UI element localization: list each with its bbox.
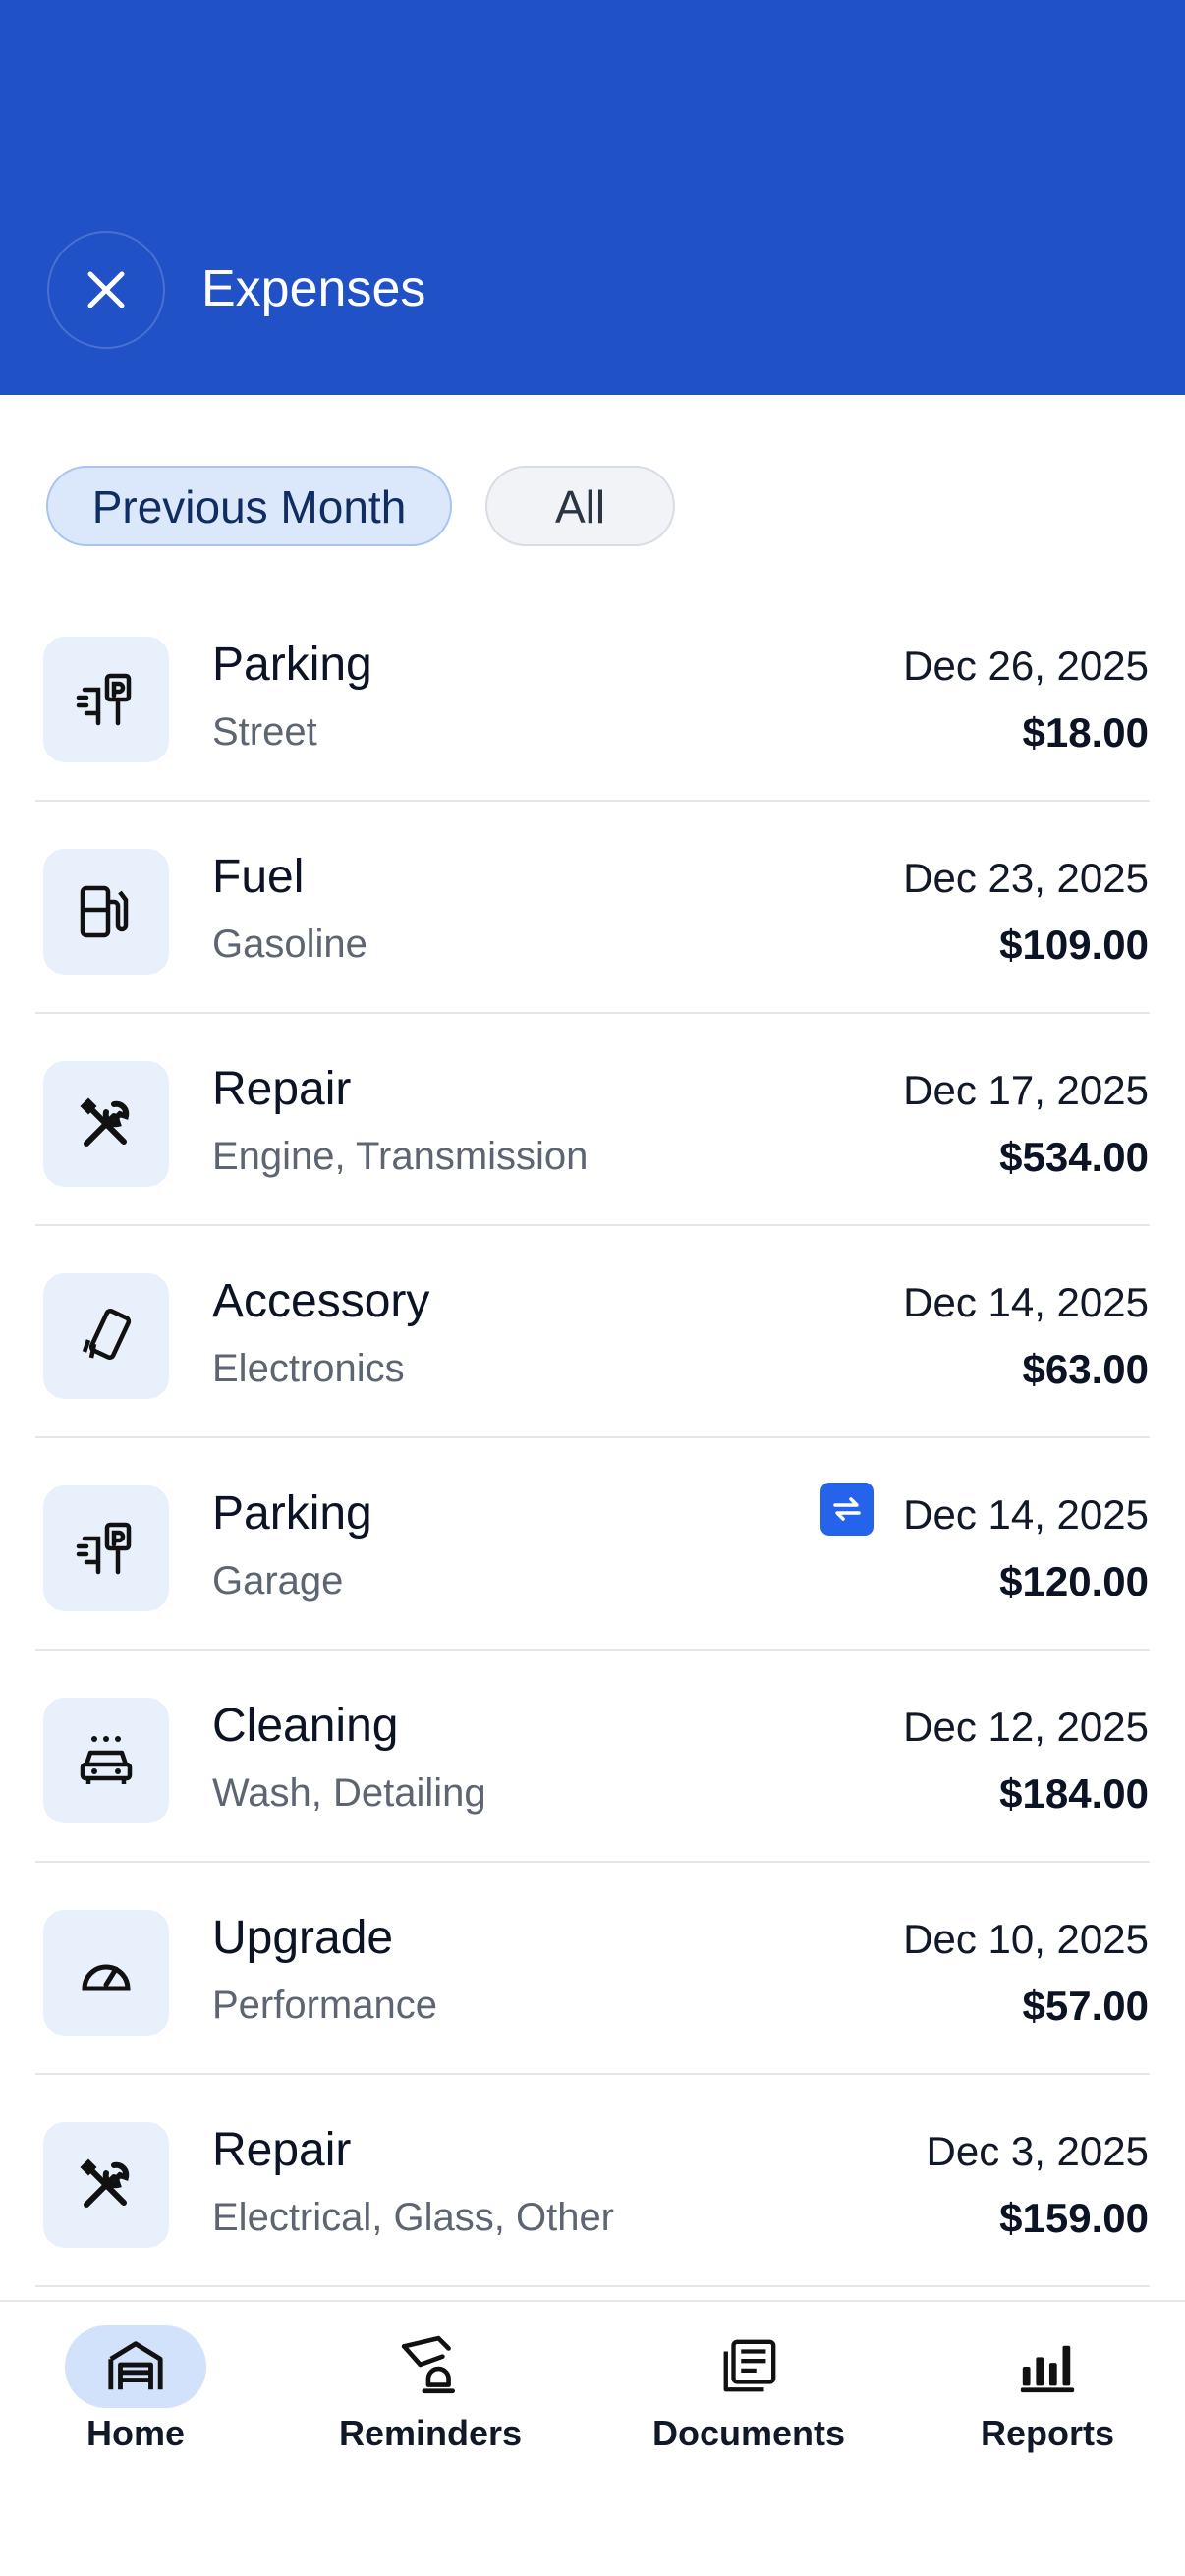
expense-date: Dec 10, 2025: [903, 1916, 1149, 1962]
expense-amount: $159.00: [999, 2195, 1149, 2241]
expense-detail: Garage: [212, 1559, 344, 1602]
expense-row[interactable]: Repair Engine, Transmission Dec 17, 2025…: [0, 1014, 1185, 1226]
expense-category: Parking: [212, 1487, 372, 1540]
expense-amount: $184.00: [999, 1770, 1149, 1817]
nav-reminders-label: Reminders: [338, 2413, 523, 2453]
expense-detail: Wash, Detailing: [212, 1771, 486, 1815]
expense-category: Parking: [212, 639, 372, 691]
expense-date: Dec 26, 2025: [903, 643, 1149, 689]
expense-date: Dec 14, 2025: [903, 1279, 1149, 1325]
recurring-icon: [820, 1483, 874, 1536]
expense-amount: $109.00: [999, 922, 1149, 968]
expense-row[interactable]: Upgrade Performance Dec 10, 2025 $57.00: [0, 1863, 1185, 2075]
close-button[interactable]: [47, 231, 165, 349]
speedometer-icon: [43, 1910, 169, 2036]
expense-date: Dec 12, 2025: [903, 1704, 1149, 1750]
parking-icon: [43, 1485, 169, 1611]
expense-row[interactable]: Repair Electrical, Glass, Other Dec 3, 2…: [0, 2075, 1185, 2287]
bar-chart-icon: [1020, 2345, 1075, 2393]
expense-amount: $18.00: [1022, 709, 1149, 756]
filter-all[interactable]: All: [485, 466, 675, 546]
car-wash-icon: [43, 1698, 169, 1823]
nav-documents-pill: [678, 2325, 819, 2408]
nav-reports[interactable]: Reports: [975, 2325, 1120, 2455]
nav-home[interactable]: Home: [65, 2325, 206, 2455]
expense-detail: Gasoline: [212, 923, 367, 966]
nav-reports-label: Reports: [980, 2413, 1115, 2453]
expense-detail: Electronics: [212, 1347, 405, 1390]
close-icon: [87, 271, 125, 308]
tools-icon: [43, 1061, 169, 1187]
expense-category: Repair: [212, 2124, 352, 2176]
expense-detail: Engine, Transmission: [212, 1135, 589, 1178]
expense-row[interactable]: Accessory Electronics Dec 14, 2025 $63.0…: [0, 1226, 1185, 1438]
expense-row[interactable]: Parking Garage Dec 14, 2025 $120.00: [0, 1438, 1185, 1651]
expense-row[interactable]: Fuel Gasoline Dec 23, 2025 $109.00: [0, 802, 1185, 1014]
reminders-icon: [401, 2335, 456, 2394]
nav-home-pill: [65, 2325, 206, 2408]
expense-date: Dec 3, 2025: [926, 2128, 1150, 2174]
nav-documents-label: Documents: [651, 2413, 846, 2453]
expense-detail: Street: [212, 710, 317, 754]
nav-home-label: Home: [85, 2413, 186, 2453]
expense-amount: $534.00: [999, 1134, 1149, 1180]
nav-reminders-pill: [360, 2325, 501, 2408]
expense-category: Upgrade: [212, 1912, 394, 1964]
documents-icon: [723, 2339, 776, 2392]
expense-date: Dec 23, 2025: [903, 855, 1149, 901]
expense-amount: $57.00: [1022, 1983, 1149, 2029]
expense-amount: $120.00: [999, 1558, 1149, 1604]
nav-reminders[interactable]: Reminders: [334, 2325, 527, 2455]
expense-row[interactable]: Cleaning Wash, Detailing Dec 12, 2025 $1…: [0, 1651, 1185, 1863]
expense-category: Cleaning: [212, 1700, 399, 1752]
expense-detail: Performance: [212, 1984, 437, 2027]
filter-previous-month[interactable]: Previous Month: [46, 466, 452, 546]
row-divider: [35, 2285, 1150, 2287]
expense-category: Repair: [212, 1063, 352, 1115]
expense-detail: Electrical, Glass, Other: [212, 2196, 615, 2239]
expense-category: Fuel: [212, 851, 305, 903]
app-header: Expenses: [0, 0, 1185, 395]
expense-row[interactable]: Parking Street Dec 26, 2025 $18.00: [0, 589, 1185, 802]
garage-icon: [108, 2341, 163, 2390]
tools-icon: [43, 2122, 169, 2248]
expense-category: Accessory: [212, 1275, 430, 1327]
bottom-nav: Home Reminders Documents Reports: [0, 2300, 1185, 2576]
expense-list: Parking Street Dec 26, 2025 $18.00 Fuel …: [0, 589, 1185, 2287]
expense-amount: $63.00: [1022, 1346, 1149, 1392]
parking-icon: [43, 637, 169, 762]
phone-vibrate-icon: [43, 1273, 169, 1399]
page-title: Expenses: [201, 260, 426, 317]
fuel-pump-icon: [43, 849, 169, 975]
expense-date: Dec 17, 2025: [903, 1067, 1149, 1113]
nav-reports-pill: [977, 2325, 1118, 2408]
expense-date: Dec 14, 2025: [903, 1491, 1149, 1538]
nav-documents[interactable]: Documents: [649, 2325, 849, 2455]
